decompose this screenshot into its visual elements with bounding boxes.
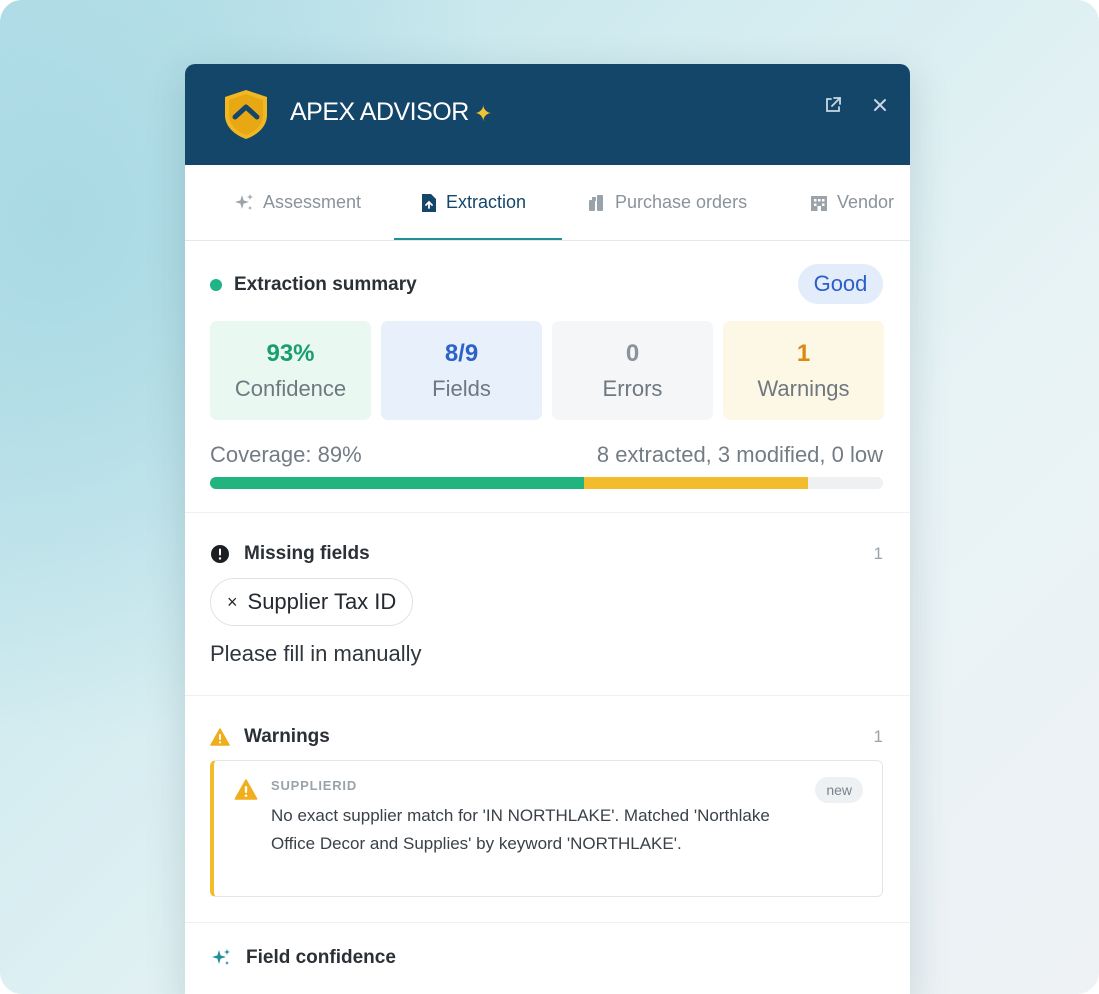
sparkles-icon <box>212 949 230 965</box>
panel-header: APEX ADVISOR ✦ <box>185 64 910 165</box>
status-dot <box>210 279 222 291</box>
stat-fields: 8/9 Fields <box>381 321 542 420</box>
warning-triangle-icon <box>210 728 230 746</box>
shield-logo-icon <box>225 90 267 139</box>
stat-confidence: 93% Confidence <box>210 321 371 420</box>
tab-extraction[interactable]: Extraction <box>420 165 526 240</box>
warnings-count: 1 <box>873 727 883 746</box>
tab-purchase-orders[interactable]: Purchase orders <box>587 165 747 240</box>
alert-circle-icon <box>211 545 229 563</box>
coverage-bar <box>210 477 883 489</box>
stat-value: 93% <box>266 339 315 367</box>
warning-triangle-icon <box>234 779 258 800</box>
missing-fields-heading: Missing fields 1 <box>210 543 883 565</box>
coverage-bar-extracted <box>210 477 584 489</box>
field-confidence-heading[interactable]: Field confidence <box>210 947 883 969</box>
stat-errors: 0 Errors <box>552 321 713 420</box>
stat-warnings: 1 Warnings <box>723 321 884 420</box>
building-icon <box>811 195 827 211</box>
extraction-summary-section: Extraction summary Good 93% Confidence 8… <box>185 241 910 513</box>
active-tab-indicator <box>394 238 562 240</box>
warnings-section: Warnings 1 SUPPLIERID No exact supplier … <box>185 696 910 923</box>
field-confidence-section[interactable]: Field confidence <box>185 923 910 994</box>
new-badge: new <box>815 777 863 803</box>
warnings-heading: Warnings 1 <box>210 726 883 748</box>
apex-advisor-panel: APEX ADVISOR ✦ Assessment Extraction Pur… <box>185 64 910 994</box>
coverage-detail: 8 extracted, 3 modified, 0 low <box>596 442 883 467</box>
summary-title: Extraction summary <box>234 274 417 295</box>
stat-label: Confidence <box>234 375 347 401</box>
coverage-label: Coverage: 89% <box>210 442 362 467</box>
status-badge: Good <box>798 264 883 304</box>
popout-button[interactable] <box>822 94 844 116</box>
tab-assessment[interactable]: Assessment <box>233 165 361 240</box>
stat-label: Fields <box>432 375 491 401</box>
chip-label: Supplier Tax ID <box>247 589 397 614</box>
boxes-icon <box>589 194 603 211</box>
missing-field-chip[interactable]: × Supplier Tax ID <box>210 578 414 626</box>
tab-label: Extraction <box>446 192 527 212</box>
stat-value: 0 <box>625 339 640 367</box>
stat-value: 8/9 <box>444 339 479 367</box>
warning-message: No exact supplier match for 'IN NORTHLAK… <box>271 806 770 853</box>
missing-fields-count: 1 <box>873 544 883 563</box>
tab-label: Vendor <box>837 192 895 212</box>
coverage-row: Coverage: 89% 8 extracted, 3 modified, 0… <box>210 442 883 468</box>
chip-remove-icon[interactable]: × <box>227 592 238 613</box>
document-icon <box>422 193 436 212</box>
close-icon <box>874 99 886 111</box>
missing-fields-title: Missing fields <box>244 543 370 564</box>
summary-heading: Extraction summary <box>210 274 417 296</box>
missing-fields-section: Missing fields 1 × Supplier Tax ID Pleas… <box>185 513 910 696</box>
warnings-title: Warnings <box>244 726 330 747</box>
warning-card[interactable]: SUPPLIERID No exact supplier match for '… <box>210 760 883 897</box>
tab-label: Assessment <box>263 192 362 212</box>
app-title: APEX ADVISOR <box>290 98 469 126</box>
field-confidence-title: Field confidence <box>246 947 396 968</box>
coverage-bar-modified <box>583 477 808 489</box>
stat-label: Errors <box>602 375 663 401</box>
sparkle-icon: ✦ <box>474 101 493 126</box>
tab-label: Purchase orders <box>615 192 748 212</box>
stat-label: Warnings <box>757 375 850 401</box>
stat-value: 1 <box>796 339 811 367</box>
external-link-icon <box>826 97 841 112</box>
fill-manually-note: Please fill in manually <box>210 641 422 666</box>
sparkles-icon <box>235 193 253 210</box>
tab-bar: Assessment Extraction Purchase orders Ve… <box>185 165 910 241</box>
warning-code: SUPPLIERID <box>271 778 358 793</box>
close-button[interactable] <box>869 94 891 116</box>
tab-vendor[interactable]: Vendor <box>809 165 894 240</box>
